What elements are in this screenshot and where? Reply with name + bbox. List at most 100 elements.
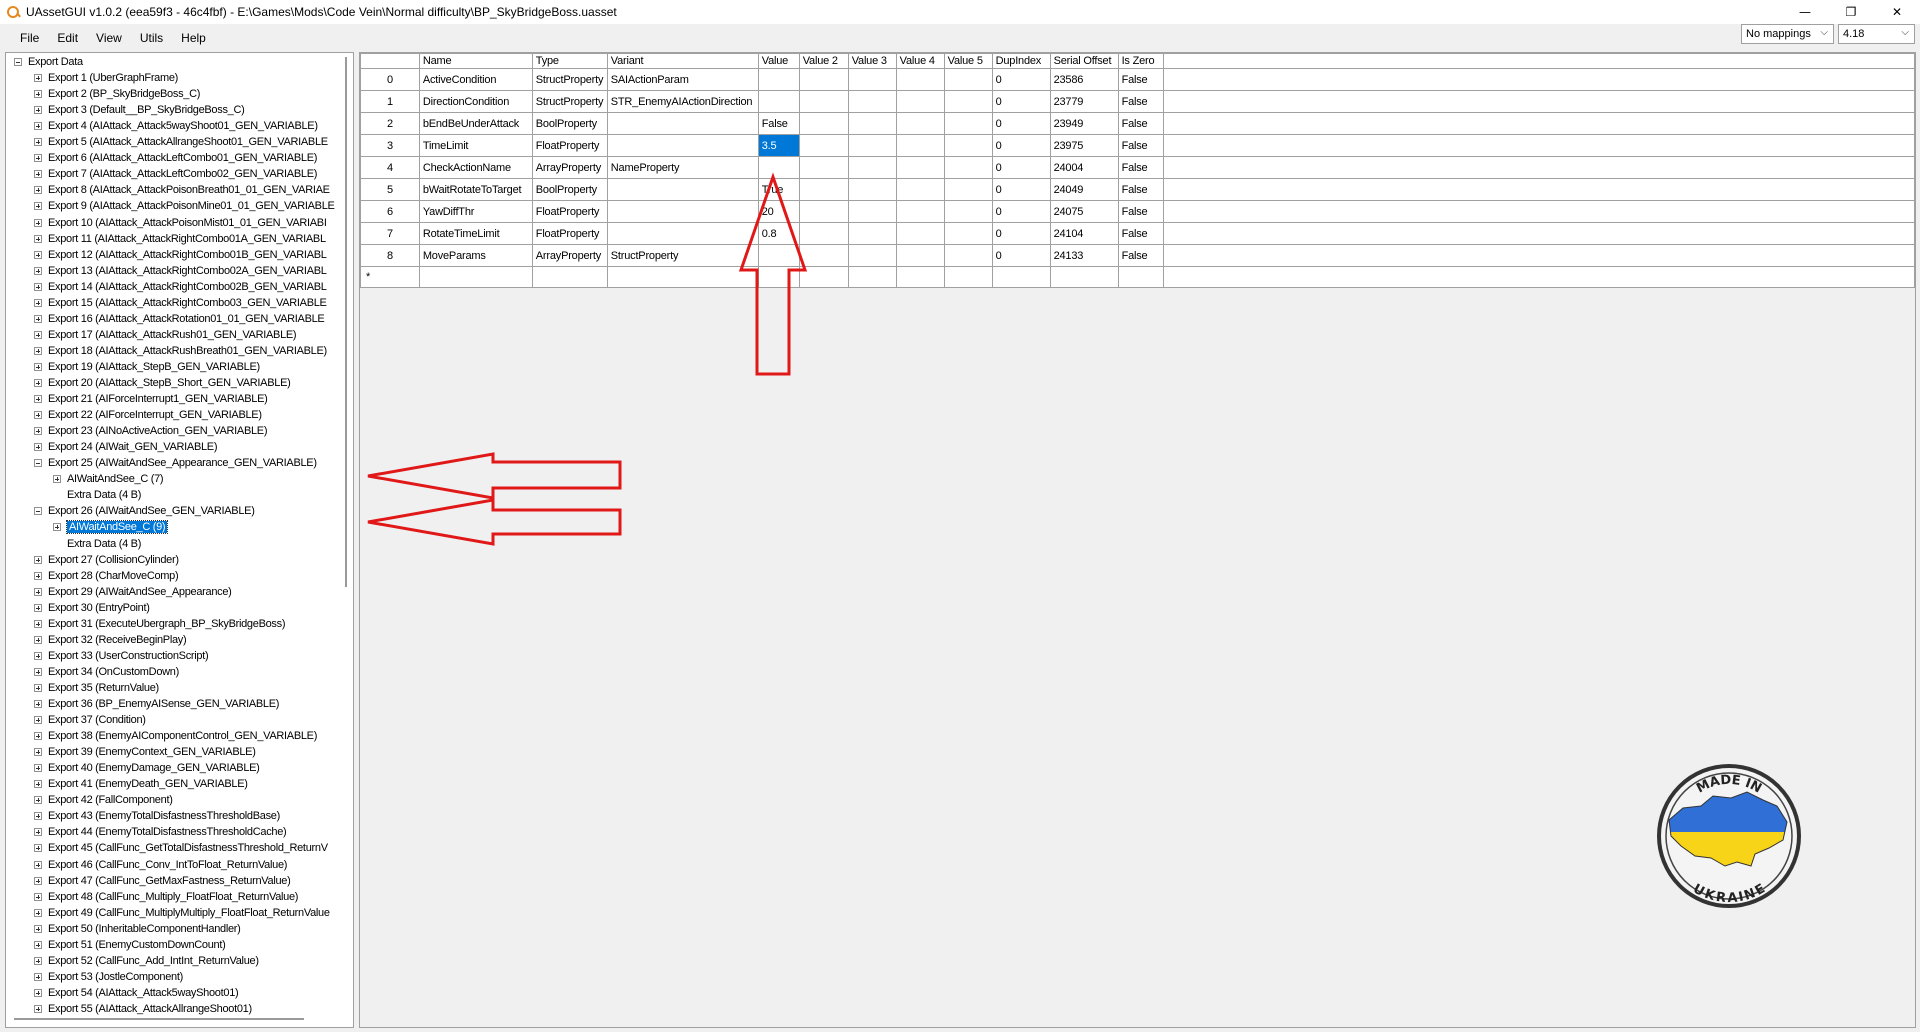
grid-cell[interactable]: False xyxy=(1117,200,1164,223)
expand-icon[interactable] xyxy=(34,74,42,83)
expand-icon[interactable] xyxy=(34,764,42,773)
grid-cell[interactable]: MoveParams xyxy=(418,244,533,267)
grid-cell[interactable] xyxy=(606,134,759,157)
grid-cell[interactable]: StructProperty xyxy=(531,68,608,91)
table-row[interactable]: 1 DirectionCondition StructProperty STR_Ene… xyxy=(360,90,1916,113)
grid-cell[interactable] xyxy=(895,156,945,179)
tree-node[interactable]: Export 36 (BP_EnemyAISense_GEN_VARIABLE) xyxy=(34,696,279,712)
grid-cell[interactable]: DirectionCondition xyxy=(418,90,533,113)
grid-corner-header[interactable] xyxy=(360,53,420,69)
tree-node[interactable]: Export 40 (EnemyDamage_GEN_VARIABLE) xyxy=(34,760,260,776)
grid-cell[interactable] xyxy=(757,90,800,113)
grid-cell[interactable]: BoolProperty xyxy=(531,112,608,135)
tree-node[interactable]: Export 44 (EnemyTotalDisfastnessThreshol… xyxy=(34,824,287,840)
tree-node[interactable]: Export 50 (InheritableComponentHandler) xyxy=(34,921,241,937)
grid-cell[interactable]: 0 xyxy=(991,112,1051,135)
tree-node[interactable]: Export 10 (AIAttack_AttackPoisonMist01_0… xyxy=(34,215,327,231)
grid-cell[interactable]: 0 xyxy=(991,90,1051,113)
tree-node[interactable]: Export 33 (UserConstructionScript) xyxy=(34,648,209,664)
tree-node[interactable]: Export 17 (AIAttack_AttackRush01_GEN_VAR… xyxy=(34,327,297,343)
row-index[interactable]: 8 xyxy=(360,244,420,267)
grid-cell[interactable]: False xyxy=(1117,90,1164,113)
tree-node[interactable]: Export 35 (ReturnValue) xyxy=(34,680,159,696)
grid-cell[interactable]: False xyxy=(1117,68,1164,91)
tree-node[interactable]: Export 38 (EnemyAIComponentControl_GEN_V… xyxy=(34,728,317,744)
expand-icon[interactable] xyxy=(34,908,42,917)
grid-cell[interactable] xyxy=(798,90,849,113)
grid-cell[interactable] xyxy=(895,90,945,113)
table-row[interactable]: 0 ActiveCondition StructProperty SAIActionP… xyxy=(360,68,1916,91)
expand-icon[interactable] xyxy=(34,876,42,885)
expand-icon[interactable] xyxy=(34,298,42,307)
row-index[interactable]: 0 xyxy=(360,68,420,91)
grid-cell[interactable]: 23586 xyxy=(1049,68,1119,91)
grid-cell[interactable] xyxy=(847,90,897,113)
expand-icon[interactable] xyxy=(34,571,42,580)
column-header[interactable]: Variant xyxy=(606,53,759,69)
grid-cell[interactable] xyxy=(943,222,993,245)
collapse-icon[interactable] xyxy=(14,58,22,66)
tree-node[interactable]: Export 9 (AIAttack_AttackPoisonMine01_01… xyxy=(34,198,335,214)
tree-node[interactable]: Export 14 (AIAttack_AttackRightCombo02B_… xyxy=(34,279,327,295)
expand-icon[interactable] xyxy=(34,940,42,949)
tree-node[interactable]: Export 21 (AIForceInterrupt1_GEN_VARIABL… xyxy=(34,391,268,407)
close-button[interactable]: ✕ xyxy=(1874,0,1920,24)
tree-node[interactable]: Export 28 (CharMoveComp) xyxy=(34,568,179,584)
grid-cell[interactable] xyxy=(798,156,849,179)
grid-cell[interactable]: 23779 xyxy=(1049,90,1119,113)
row-index[interactable]: 2 xyxy=(360,112,420,135)
tree-node[interactable]: Export 6 (AIAttack_AttackLeftCombo01_GEN… xyxy=(34,150,317,166)
grid-cell[interactable] xyxy=(943,244,993,267)
grid-cell[interactable]: FloatProperty xyxy=(531,200,608,223)
expand-icon[interactable] xyxy=(34,250,42,259)
grid-cell[interactable] xyxy=(531,266,608,288)
expand-icon[interactable] xyxy=(34,700,42,708)
grid-cell[interactable]: ArrayProperty xyxy=(531,156,608,179)
grid-cell[interactable] xyxy=(798,244,849,267)
grid-cell[interactable] xyxy=(798,178,849,201)
expand-icon[interactable] xyxy=(34,587,42,596)
grid-cell[interactable] xyxy=(943,200,993,223)
property-grid[interactable]: Name Type Variant Value Value 2 Value 3 Value … xyxy=(360,53,1916,288)
expand-icon[interactable] xyxy=(34,1004,42,1013)
grid-cell[interactable]: 23975 xyxy=(1049,134,1119,157)
menu-view[interactable]: View xyxy=(87,28,131,48)
column-header[interactable]: Name xyxy=(418,53,533,69)
tree-node[interactable]: Export 4 (AIAttack_Attack5wayShoot01_GEN… xyxy=(34,118,318,134)
collapse-icon[interactable] xyxy=(34,507,42,516)
tree-horizontal-scrollbar[interactable] xyxy=(14,1018,304,1020)
expand-icon[interactable] xyxy=(34,218,42,227)
row-index[interactable]: 3 xyxy=(360,134,420,157)
grid-cell[interactable] xyxy=(895,200,945,223)
mappings-dropdown[interactable]: No mappings ⌵ xyxy=(1741,24,1834,44)
tree-node[interactable]: Export 8 (AIAttack_AttackPoisonBreath01_… xyxy=(34,182,330,198)
table-row[interactable]: 4 CheckActionName ArrayProperty NamePropert… xyxy=(360,156,1916,179)
grid-cell[interactable]: 0 xyxy=(991,244,1051,267)
grid-cell[interactable]: False xyxy=(1117,222,1164,245)
grid-cell[interactable] xyxy=(943,68,993,91)
tree-node[interactable]: Export 37 (Condition) xyxy=(34,712,146,728)
tree-node[interactable]: Extra Data (4 B) xyxy=(53,487,141,503)
tree-node[interactable]: Export 25 (AIWaitAndSee_Appearance_GEN_V… xyxy=(34,455,317,471)
menu-file[interactable]: File xyxy=(0,28,48,48)
grid-cell[interactable] xyxy=(895,222,945,245)
table-row[interactable]: 3 TimeLimit FloatProperty 3.5 0 23975 False xyxy=(360,134,1916,157)
row-index[interactable]: 5 xyxy=(360,178,420,201)
grid-cell[interactable] xyxy=(1117,266,1164,288)
tree-node[interactable]: Export 23 (AINoActiveAction_GEN_VARIABLE… xyxy=(34,423,268,439)
expand-icon[interactable] xyxy=(34,170,42,179)
tree-node[interactable]: Export 52 (CallFunc_Add_IntInt_ReturnVal… xyxy=(34,953,259,969)
expand-icon[interactable] xyxy=(34,796,42,805)
tree-node[interactable]: AIWaitAndSee_C (9) xyxy=(53,519,169,535)
grid-cell[interactable] xyxy=(895,134,945,157)
tree-node[interactable]: Export 13 (AIAttack_AttackRightCombo02A_… xyxy=(34,263,327,279)
tree-node[interactable]: Export 22 (AIForceInterrupt_GEN_VARIABLE… xyxy=(34,407,262,423)
tree-node[interactable]: Export 24 (AIWait_GEN_VARIABLE) xyxy=(34,439,218,455)
grid-cell[interactable]: 0 xyxy=(991,134,1051,157)
expand-icon[interactable] xyxy=(34,780,42,789)
tree-node[interactable]: Export 16 (AIAttack_AttackRotation01_01_… xyxy=(34,311,325,327)
grid-cell[interactable]: ArrayProperty xyxy=(531,244,608,267)
grid-cell[interactable] xyxy=(798,222,849,245)
expand-icon[interactable] xyxy=(34,122,42,131)
grid-cell[interactable] xyxy=(895,266,945,288)
